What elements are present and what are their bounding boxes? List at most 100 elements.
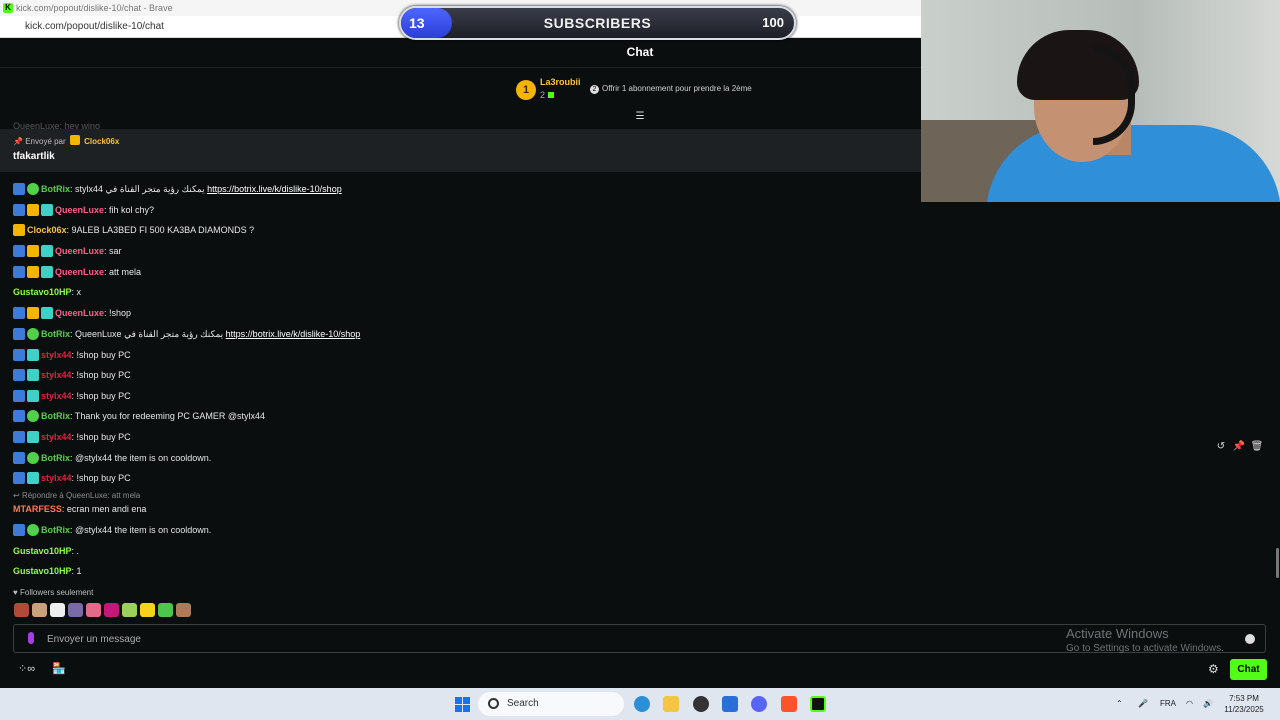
emote-icon[interactable]	[104, 603, 119, 617]
message-username[interactable]: BotRix	[41, 329, 70, 339]
brave-icon[interactable]	[781, 696, 797, 712]
message-username[interactable]: QueenLuxe	[55, 308, 104, 318]
message-username[interactable]: QueenLuxe	[55, 267, 104, 277]
followers-only-notice: ♥ Followers seulement	[13, 588, 94, 597]
bot-badge-icon	[27, 328, 39, 340]
message-username[interactable]: QueenLuxe	[55, 246, 104, 256]
chat-message[interactable]: stylx44: !shop buy PC	[13, 388, 131, 404]
sub-badge-icon	[41, 266, 53, 278]
chat-message[interactable]: stylx44: !shop buy PC	[13, 429, 131, 445]
wifi-icon[interactable]: ◠	[1186, 688, 1193, 720]
message-input[interactable]	[47, 629, 947, 649]
message-username[interactable]: Gustavo10HP	[13, 566, 72, 576]
send-chat-button[interactable]: Chat	[1230, 659, 1267, 680]
message-username[interactable]: BotRix	[41, 525, 70, 535]
chat-message[interactable]: QueenLuxe: att mela	[13, 264, 141, 280]
chat-message[interactable]: BotRix: Thank you for redeeming PC GAMER…	[13, 408, 265, 424]
message-text: 9ALEB LA3BED FI 500 KA3BA DIAMONDS ?	[71, 225, 255, 235]
chat-message[interactable]: Gustavo10HP: .	[13, 543, 79, 559]
offer-text: Offrir 1 abonnement pour prendre la 2ème	[602, 84, 752, 93]
message-text: !shop buy PC	[76, 432, 131, 442]
chat-message[interactable]: BotRix: stylx44 يمكنك رؤية متجر القناة ف…	[13, 181, 342, 197]
watermark-subtitle: Go to Settings to activate Windows.	[1066, 643, 1224, 654]
chat-message[interactable]: Gustavo10HP: 1	[13, 563, 82, 579]
delete-icon[interactable]: 🗑	[1248, 441, 1266, 452]
message-username[interactable]: Gustavo10HP	[13, 287, 72, 297]
shop-icon[interactable]: 🏪	[52, 663, 66, 675]
chat-toolbar: ⁘∞ 🏪	[18, 662, 80, 675]
message-username[interactable]: BotRix	[41, 411, 70, 421]
emote-icon[interactable]	[122, 603, 137, 617]
pinned-sender[interactable]: Clock06x	[84, 137, 119, 146]
message-text: att mela	[109, 267, 142, 277]
volume-icon[interactable]: 🔊	[1203, 688, 1213, 720]
points-icon[interactable]: ⁘∞	[18, 663, 35, 675]
emote-icon[interactable]	[14, 603, 29, 617]
collapse-pinned-icon[interactable]: ☰	[634, 112, 646, 122]
pinned-message[interactable]: 📌 Envoyé par Clock06x tfakartlik	[0, 129, 921, 172]
message-username[interactable]: stylx44	[41, 432, 72, 442]
chat-message[interactable]: MTARFESS: ecran men andi ena	[13, 501, 146, 517]
reply-hint[interactable]: ↩ Répondre à QueenLuxe: att mela	[13, 491, 140, 500]
chat-message[interactable]: Clock06x: 9ALEB LA3BED FI 500 KA3BA DIAM…	[13, 222, 254, 238]
emote-icon[interactable]	[176, 603, 191, 617]
store-icon[interactable]	[722, 696, 738, 712]
mic-icon[interactable]	[28, 632, 34, 644]
message-username[interactable]: stylx44	[41, 473, 72, 483]
message-username[interactable]: stylx44	[41, 370, 72, 380]
settings-gear-icon[interactable]: ⚙	[1208, 662, 1219, 676]
message-username[interactable]: Gustavo10HP	[13, 546, 72, 556]
message-username[interactable]: MTARFESS	[13, 504, 62, 514]
pin-icon: 📌	[13, 137, 23, 146]
pin-badge-icon	[13, 183, 25, 195]
chat-message[interactable]: BotRix: @stylx44 the item is on cooldown…	[13, 450, 211, 466]
pin-message-icon[interactable]: 📌	[1230, 441, 1248, 452]
chat-message[interactable]: BotRix: @stylx44 the item is on cooldown…	[13, 522, 211, 538]
message-username[interactable]: BotRix	[41, 453, 70, 463]
message-username[interactable]: stylx44	[41, 350, 72, 360]
pinned-meta: 📌 Envoyé par Clock06x	[13, 135, 119, 146]
message-text: x	[76, 287, 82, 297]
kick-app-icon[interactable]	[810, 696, 826, 712]
gift-icon	[548, 92, 555, 98]
emote-icon[interactable]	[32, 603, 47, 617]
emote-icon[interactable]	[86, 603, 101, 617]
message-text: !shop buy PC	[76, 473, 131, 483]
file-explorer-icon[interactable]	[663, 696, 679, 712]
language-indicator[interactable]: FRA	[1160, 688, 1176, 720]
bot-badge-icon	[27, 410, 39, 422]
chat-message[interactable]: QueenLuxe: sar	[13, 243, 122, 259]
chat-message[interactable]: QueenLuxe: !shop	[13, 305, 131, 321]
chat-message[interactable]: Gustavo10HP: x	[13, 284, 81, 300]
message-text: !shop buy PC	[76, 391, 131, 401]
emote-icon[interactable]	[158, 603, 173, 617]
tray-chevron-icon[interactable]: ⌃	[1116, 688, 1123, 720]
message-username[interactable]: BotRix	[41, 184, 70, 194]
emote-icon[interactable]	[68, 603, 83, 617]
emoji-icon[interactable]	[1245, 634, 1255, 644]
windows-start-icon[interactable]	[455, 697, 470, 712]
mic-tray-icon[interactable]: 🎤	[1138, 688, 1148, 720]
sub-badge-icon	[27, 369, 39, 381]
message-username[interactable]: stylx44	[41, 391, 72, 401]
obs-icon[interactable]	[693, 696, 709, 712]
message-link[interactable]: https://botrix.live/k/dislike-10/shop	[226, 329, 361, 339]
message-link[interactable]: https://botrix.live/k/dislike-10/shop	[207, 184, 342, 194]
gift-offer[interactable]: 2 Offrir 1 abonnement pour prendre la 2èm…	[590, 84, 752, 94]
taskbar-search[interactable]: Search	[478, 692, 624, 716]
chat-message[interactable]: BotRix: QueenLuxe يمكنك رؤية متجر القناة…	[13, 326, 360, 342]
taskbar-clock[interactable]: 7:53 PM 11/23/2025	[1222, 693, 1266, 715]
scrollbar[interactable]	[1276, 548, 1279, 578]
chat-message[interactable]: stylx44: !shop buy PC	[13, 347, 131, 363]
message-username[interactable]: Clock06x	[27, 225, 67, 235]
chat-message[interactable]: stylx44: !shop buy PC	[13, 470, 131, 486]
message-username[interactable]: QueenLuxe	[55, 205, 104, 215]
edge-icon[interactable]	[634, 696, 650, 712]
emote-icon[interactable]	[140, 603, 155, 617]
pin-badge-icon	[13, 524, 25, 536]
discord-icon[interactable]	[751, 696, 767, 712]
chat-message[interactable]: stylx44: !shop buy PC	[13, 367, 131, 383]
reply-icon[interactable]: ↺	[1212, 441, 1230, 452]
emote-icon[interactable]	[50, 603, 65, 617]
chat-message[interactable]: QueenLuxe: fih kol chy?	[13, 202, 154, 218]
